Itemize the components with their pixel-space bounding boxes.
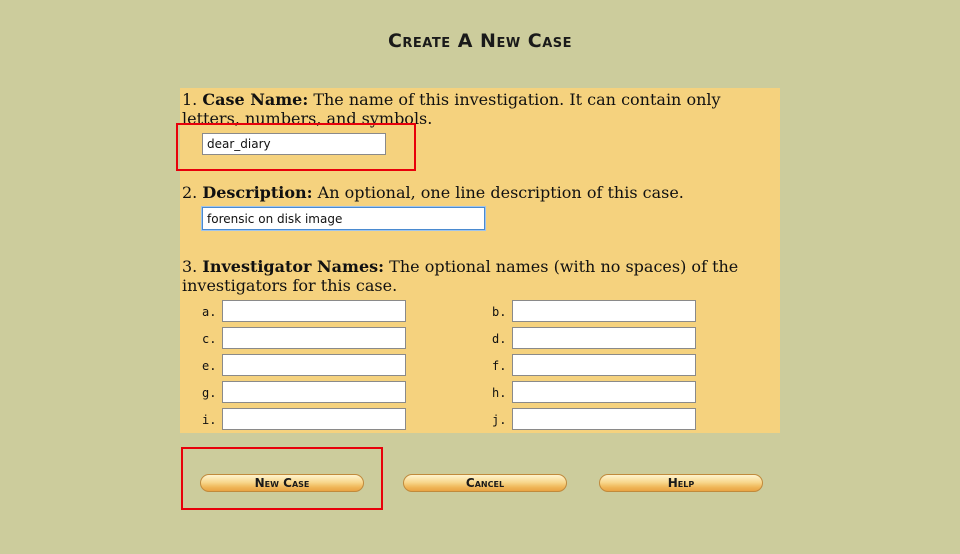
description-label: Description: — [202, 183, 313, 202]
investigator-f-input[interactable] — [512, 354, 696, 376]
help-button[interactable]: Help — [599, 474, 763, 492]
investigator-j-label: j. — [492, 413, 507, 427]
description-section: 2. Description: An optional, one line de… — [182, 183, 772, 202]
investigator-c-input[interactable] — [222, 327, 406, 349]
investigator-a-label: a. — [202, 305, 217, 319]
description-help: An optional, one line description of thi… — [317, 183, 684, 202]
new-case-button[interactable]: New Case — [200, 474, 364, 492]
investigators-label: Investigator Names: — [202, 257, 385, 276]
investigator-g-label: g. — [202, 386, 217, 400]
page-title: Create A New Case — [387, 30, 573, 52]
investigators-number: 3. — [182, 257, 198, 276]
investigator-e-input[interactable] — [222, 354, 406, 376]
investigator-a-input[interactable] — [222, 300, 406, 322]
new-case-form: 1. Case Name: The name of this investiga… — [180, 88, 780, 433]
investigator-h-label: h. — [492, 386, 507, 400]
investigator-d-label: d. — [492, 332, 507, 346]
description-input[interactable] — [202, 207, 485, 230]
case-name-number: 1. — [182, 90, 198, 109]
case-name-input[interactable] — [202, 133, 386, 155]
case-name-section: 1. Case Name: The name of this investiga… — [182, 90, 772, 128]
investigator-j-input[interactable] — [512, 408, 696, 430]
investigator-e-label: e. — [202, 359, 217, 373]
investigator-d-input[interactable] — [512, 327, 696, 349]
investigator-i-label: i. — [202, 413, 217, 427]
investigator-g-input[interactable] — [222, 381, 406, 403]
case-name-label: Case Name: — [202, 90, 309, 109]
investigator-b-label: b. — [492, 305, 507, 319]
description-number: 2. — [182, 183, 198, 202]
investigator-i-input[interactable] — [222, 408, 406, 430]
investigator-b-input[interactable] — [512, 300, 696, 322]
investigator-h-input[interactable] — [512, 381, 696, 403]
investigator-c-label: c. — [202, 332, 217, 346]
cancel-button[interactable]: Cancel — [403, 474, 567, 492]
investigator-f-label: f. — [492, 359, 507, 373]
investigators-section: 3. Investigator Names: The optional name… — [182, 257, 772, 295]
